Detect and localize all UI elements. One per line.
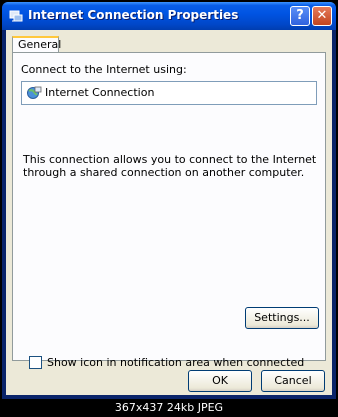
- tab-general[interactable]: General: [12, 36, 61, 53]
- properties-window: Internet Connection Properties ? ✕ Gener…: [2, 2, 336, 399]
- cancel-button[interactable]: Cancel: [261, 370, 325, 392]
- globe-network-icon: [27, 86, 42, 99]
- dialog-body: General Connect to the Internet using: I…: [6, 30, 332, 395]
- close-button[interactable]: ✕: [312, 6, 332, 26]
- connection-description: This connection allows you to connect to…: [23, 153, 317, 179]
- connection-name: Internet Connection: [45, 86, 155, 99]
- show-icon-checkbox[interactable]: [29, 356, 42, 369]
- ok-button[interactable]: OK: [188, 370, 252, 392]
- network-connection-icon: [9, 10, 23, 22]
- title-bar[interactable]: Internet Connection Properties ? ✕: [2, 2, 336, 30]
- image-caption: 367x437 24kb JPEG: [114, 401, 224, 414]
- connect-using-label: Connect to the Internet using:: [21, 63, 187, 76]
- window-title: Internet Connection Properties: [28, 8, 239, 22]
- general-tab-panel: Connect to the Internet using: Internet …: [12, 52, 326, 369]
- help-button[interactable]: ?: [290, 6, 310, 26]
- show-icon-checkbox-label[interactable]: Show icon in notification area when conn…: [47, 356, 304, 369]
- connection-field: Internet Connection: [21, 81, 317, 105]
- settings-button[interactable]: Settings...: [245, 307, 319, 329]
